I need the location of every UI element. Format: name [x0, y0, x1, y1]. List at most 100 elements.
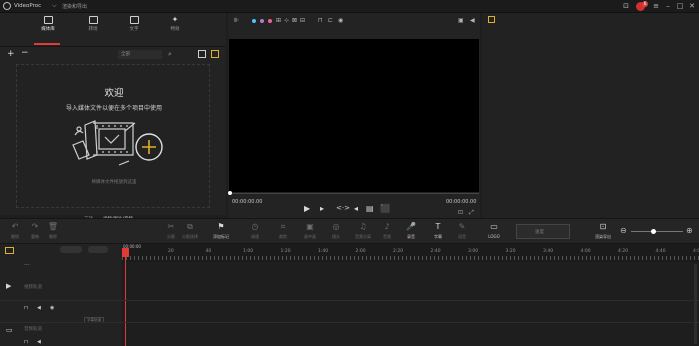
tool-pip[interactable]: ▣ 画中画	[297, 222, 323, 240]
scrub-bar[interactable]	[229, 193, 479, 194]
track-headers: ··· ▶ 视频轨道 ⊓ ◀ ◉ ▭ 音频轨道 ⊓ ◀ 字幕轨道	[0, 244, 122, 346]
maximize-icon[interactable]: □	[676, 2, 684, 10]
timeline: ··· ▶ 视频轨道 ⊓ ◀ ◉ ▭ 音频轨道 ⊓ ◀ 字幕轨道 00:00:0…	[0, 244, 699, 346]
resize-icon[interactable]: ⊠	[292, 17, 297, 24]
tab-effects[interactable]: ✦ 特效	[155, 16, 195, 40]
media-drop-area[interactable]: 欢迎 导入媒体文件以便在多个项目中使用 将媒体文件拖放到这里	[16, 64, 210, 208]
next-frame-icon[interactable]: ▸	[320, 204, 324, 213]
link-toggle[interactable]	[88, 246, 108, 253]
track-menu-icon[interactable]: ···	[24, 262, 30, 269]
fullscreen-icon[interactable]: ⤢	[469, 209, 474, 217]
zoom-out-icon[interactable]: ⊖	[620, 226, 627, 235]
volume-icon[interactable]: ◀	[37, 339, 41, 345]
current-time: 00:00:00.00	[232, 199, 263, 205]
drop-hint: 将媒体文件拖放到这里	[91, 180, 137, 185]
snap-toggle[interactable]	[60, 246, 82, 253]
app-logo-icon	[3, 2, 11, 10]
step-icon[interactable]: <·>	[336, 204, 350, 212]
tool-audio[interactable]: ♪ 音频	[374, 222, 400, 240]
render-icon: ⊡	[599, 222, 607, 231]
menu-icon[interactable]: ≡	[652, 2, 660, 10]
pip-icon: ▣	[306, 222, 314, 231]
time-ruler[interactable]: 00:00:00 20 40 1:00 1:20 1:40 2:00 2:20 2:40 3:0…	[122, 244, 699, 262]
prev-icon[interactable]: ◂	[354, 204, 358, 213]
tool-lens[interactable]: ◎ 镜头	[323, 222, 349, 240]
crop-icon: ⌗	[280, 222, 286, 231]
zoom-slider[interactable]	[631, 231, 683, 232]
grid-view-icon[interactable]	[198, 50, 206, 58]
export-menu-label[interactable]: 渲染和导出	[62, 3, 87, 10]
ruler-tick-label: 2:40	[430, 249, 441, 254]
panel-toggle-icon[interactable]	[211, 50, 219, 58]
marker-icon: ⚑	[217, 222, 225, 231]
tool-delete[interactable]: 🗑 删除	[40, 222, 66, 240]
snapshot-icon[interactable]: ▣	[458, 17, 464, 24]
tool-speed[interactable]: ◷ 调速	[242, 222, 268, 240]
ruler-tick-label: 2:20	[393, 249, 404, 254]
volume-icon[interactable]: ◀	[470, 17, 475, 24]
color-dot-blue[interactable]	[252, 19, 256, 23]
video-preview[interactable]	[229, 39, 479, 192]
text-icon	[129, 16, 139, 24]
move-icon[interactable]: ⊹	[284, 17, 289, 24]
playhead-line	[125, 256, 126, 346]
lock-icon[interactable]: ⊓	[318, 17, 323, 24]
tool-audio-detach[interactable]: ♫ 音频分离	[350, 222, 376, 240]
tool-label: 音频分离	[355, 234, 371, 239]
tool-label: 添加标记	[213, 234, 229, 239]
panel-toggle-icon[interactable]	[488, 16, 495, 23]
lock-icon[interactable]: ⊓	[24, 339, 28, 345]
tab-label: 文字	[129, 27, 139, 32]
lock-icon[interactable]: ⊡	[622, 2, 630, 10]
tab-label: 转场	[88, 27, 98, 32]
signal-icon[interactable]: ⊪	[234, 17, 239, 24]
tab-media-library[interactable]: 媒体库	[28, 16, 68, 40]
speed-control[interactable]: 速度	[516, 224, 570, 239]
close-icon[interactable]: ✕	[688, 2, 696, 10]
fit-screen-icon[interactable]: ⊡	[458, 209, 463, 216]
ruler-tick-label: 3:40	[543, 249, 554, 254]
tab-text[interactable]: 文字	[114, 16, 154, 40]
tool-voice[interactable]: ✎ 语音	[449, 222, 475, 240]
preview-toolbar: ⊪ ⊞ ⊹ ⊠ ⊟ ⊓ ⊏ ◉ ▣ ◀	[232, 16, 476, 26]
align-icon[interactable]: ⊞	[276, 17, 281, 24]
tool-label: LOGO	[488, 234, 500, 239]
ruler-tick-label: 4:0	[693, 249, 699, 254]
color-dot-pink[interactable]	[268, 19, 272, 23]
search-icon[interactable]: ⌕	[168, 50, 177, 59]
lock-icon[interactable]: ⊓	[24, 305, 28, 311]
tool-marker[interactable]: ⚑ 添加标记	[208, 222, 234, 240]
eye-icon[interactable]: ◉	[50, 305, 54, 311]
color-dot-purple[interactable]	[260, 19, 264, 23]
tool-label: 字幕	[434, 234, 442, 239]
remove-media-button[interactable]: −	[21, 48, 29, 58]
tool-subtitle[interactable]: T 字幕	[425, 222, 451, 240]
tool-mic[interactable]: 🎤 录音	[398, 222, 424, 240]
clip-icon[interactable]: ▤	[366, 204, 374, 213]
zoom-in-icon[interactable]: ⊕	[686, 226, 693, 235]
video-track-icon: ▶	[6, 282, 12, 290]
rotate-icon[interactable]: ⊟	[300, 17, 305, 24]
tool-render[interactable]: ⊡ 渲染导出	[590, 222, 616, 240]
effects-icon: ✦	[171, 15, 179, 24]
minimize-icon[interactable]: –	[664, 2, 672, 10]
tool-crop[interactable]: ⌗ 裁剪	[270, 222, 296, 240]
split-view-icon[interactable]: ⊏	[328, 17, 333, 24]
tab-transitions[interactable]: 转场	[73, 16, 113, 40]
zoom-handle[interactable]	[651, 229, 656, 234]
ruler-tick-label: 4:20	[618, 249, 629, 254]
chevron-down-icon[interactable]: ⌵	[52, 2, 57, 10]
tool-logo[interactable]: ▭ LOGO	[481, 222, 507, 239]
transition-icon	[88, 16, 98, 24]
filter-select[interactable]: 全部	[118, 50, 162, 59]
marker-icon[interactable]: ⬛	[380, 204, 390, 213]
scrub-handle[interactable]	[228, 191, 232, 195]
tool-label: 裁剪	[279, 234, 287, 239]
play-icon[interactable]: ▶	[304, 204, 310, 213]
add-track-icon[interactable]	[5, 247, 14, 254]
add-media-button[interactable]: +	[7, 49, 15, 59]
timeline-scrollbar[interactable]	[694, 264, 697, 344]
volume-icon[interactable]: ◀	[37, 305, 41, 311]
eye-icon[interactable]: ◉	[338, 17, 343, 24]
tool-split-select[interactable]: ⧉ 分割选择	[177, 222, 203, 240]
